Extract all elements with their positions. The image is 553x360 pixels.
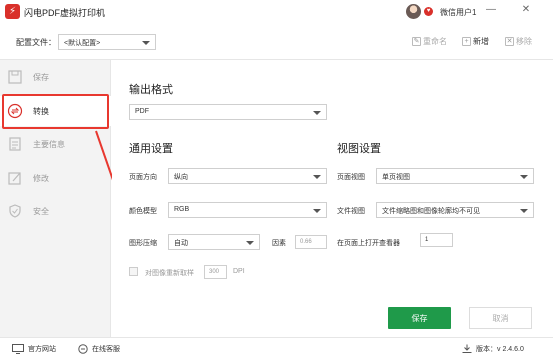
chevron-down-icon: [520, 175, 528, 179]
remove-icon: ✕: [505, 37, 514, 46]
output-format-title: 输出格式: [129, 84, 173, 96]
orientation-value: 纵向: [174, 174, 188, 181]
rename-button[interactable]: ✎ 重命名: [412, 36, 447, 47]
sidebar-item-save[interactable]: 保存: [0, 62, 111, 92]
close-button[interactable]: ✕: [520, 4, 532, 15]
document-icon: [7, 136, 23, 152]
support-chat-icon: [78, 344, 88, 354]
output-format-value: PDF: [135, 108, 149, 115]
website-link[interactable]: 官方网站: [12, 344, 56, 354]
website-label: 官方网站: [28, 346, 56, 353]
user-name[interactable]: 微信用户1: [440, 7, 476, 18]
color-model-select[interactable]: RGB: [168, 202, 327, 218]
general-settings-title: 通用设置: [129, 143, 173, 155]
download-icon: [462, 344, 472, 353]
output-format-select[interactable]: PDF: [129, 104, 327, 120]
add-label: 新增: [473, 37, 489, 46]
save-icon: [7, 69, 23, 85]
compression-select[interactable]: 自动: [168, 234, 260, 250]
chevron-down-icon: [313, 209, 321, 213]
remove-label: 移除: [516, 37, 532, 46]
view-settings-title: 视图设置: [337, 143, 381, 155]
sidebar-item-edit[interactable]: 修改: [0, 163, 111, 193]
doc-view-select[interactable]: 文件缩略图和图像轮廓均不可见: [376, 202, 534, 218]
factor-input[interactable]: 0.66: [295, 235, 327, 249]
app-logo-icon: ⚡: [5, 4, 20, 19]
user-avatar[interactable]: [406, 4, 421, 19]
edit-icon: [7, 170, 23, 186]
page-view-label: 页面视图: [337, 174, 365, 181]
add-button[interactable]: + 新增: [462, 36, 489, 47]
remove-button[interactable]: ✕ 移除: [505, 36, 532, 47]
config-toolbar: 配置文件： <默认配置> ✎ 重命名 + 新增 ✕ 移除: [0, 24, 553, 60]
minimize-button[interactable]: —: [485, 4, 497, 15]
orientation-label: 页面方向: [129, 174, 157, 181]
save-button[interactable]: 保存: [388, 307, 451, 329]
open-page-label: 在页面上打开查看器: [337, 240, 400, 247]
support-label: 在线客服: [92, 346, 120, 353]
dpi-unit: DPI: [233, 268, 245, 275]
status-bar: 官方网站 在线客服 版本：v 2.4.6.0: [0, 337, 553, 360]
chevron-down-icon: [313, 111, 321, 115]
resample-checkbox[interactable]: [129, 267, 138, 276]
compression-label: 图形压缩: [129, 240, 157, 247]
annotation-highlight-box: [2, 94, 109, 129]
open-page-input[interactable]: 1: [420, 233, 453, 247]
sidebar-item-label: 修改: [33, 173, 49, 183]
chevron-down-icon: [313, 175, 321, 179]
config-label: 配置文件：: [16, 38, 56, 47]
vip-heart-icon: ♥: [424, 7, 433, 16]
settings-panel: 输出格式 PDF 通用设置 页面方向 纵向 颜色模型 RGB 图形压缩 自动 因…: [112, 60, 553, 337]
chevron-down-icon: [246, 241, 254, 245]
chevron-down-icon: [142, 41, 150, 45]
page-view-select[interactable]: 单页视图: [376, 168, 534, 184]
page-view-value: 单页视图: [382, 174, 410, 181]
doc-view-value: 文件缩略图和图像轮廓均不可见: [382, 208, 480, 215]
version-info: 版本：v 2.4.6.0: [462, 344, 524, 354]
support-link[interactable]: 在线客服: [78, 344, 120, 354]
cancel-button[interactable]: 取消: [469, 307, 532, 329]
shield-icon: [7, 203, 23, 219]
orientation-select[interactable]: 纵向: [168, 168, 327, 184]
compression-value: 自动: [174, 240, 188, 247]
dpi-input[interactable]: 300: [204, 265, 227, 279]
rename-icon: ✎: [412, 37, 421, 46]
factor-label: 因素: [272, 240, 286, 247]
color-model-value: RGB: [174, 206, 190, 213]
rename-label: 重命名: [423, 37, 447, 46]
add-icon: +: [462, 37, 471, 46]
app-title: 闪电PDF虚拟打印机: [24, 8, 106, 18]
sidebar-item-security[interactable]: 安全: [0, 196, 111, 226]
doc-view-label: 文件视图: [337, 208, 365, 215]
sidebar-item-label: 安全: [33, 206, 49, 216]
color-model-label: 颜色模型: [129, 208, 157, 215]
monitor-icon: [12, 344, 24, 354]
resample-label: 对图像重新取样: [145, 270, 194, 277]
sidebar-item-label: 保存: [33, 72, 49, 82]
title-bar: ⚡ 闪电PDF虚拟打印机 ♥ 微信用户1 — ✕: [0, 0, 553, 24]
config-select-value: <默认配置>: [64, 40, 101, 47]
version-label: 版本：v 2.4.6.0: [476, 346, 524, 353]
sidebar-item-label: 主要信息: [33, 139, 65, 149]
chevron-down-icon: [520, 209, 528, 213]
config-select[interactable]: <默认配置>: [58, 34, 156, 50]
sidebar-item-main-info[interactable]: 主要信息: [0, 129, 111, 159]
